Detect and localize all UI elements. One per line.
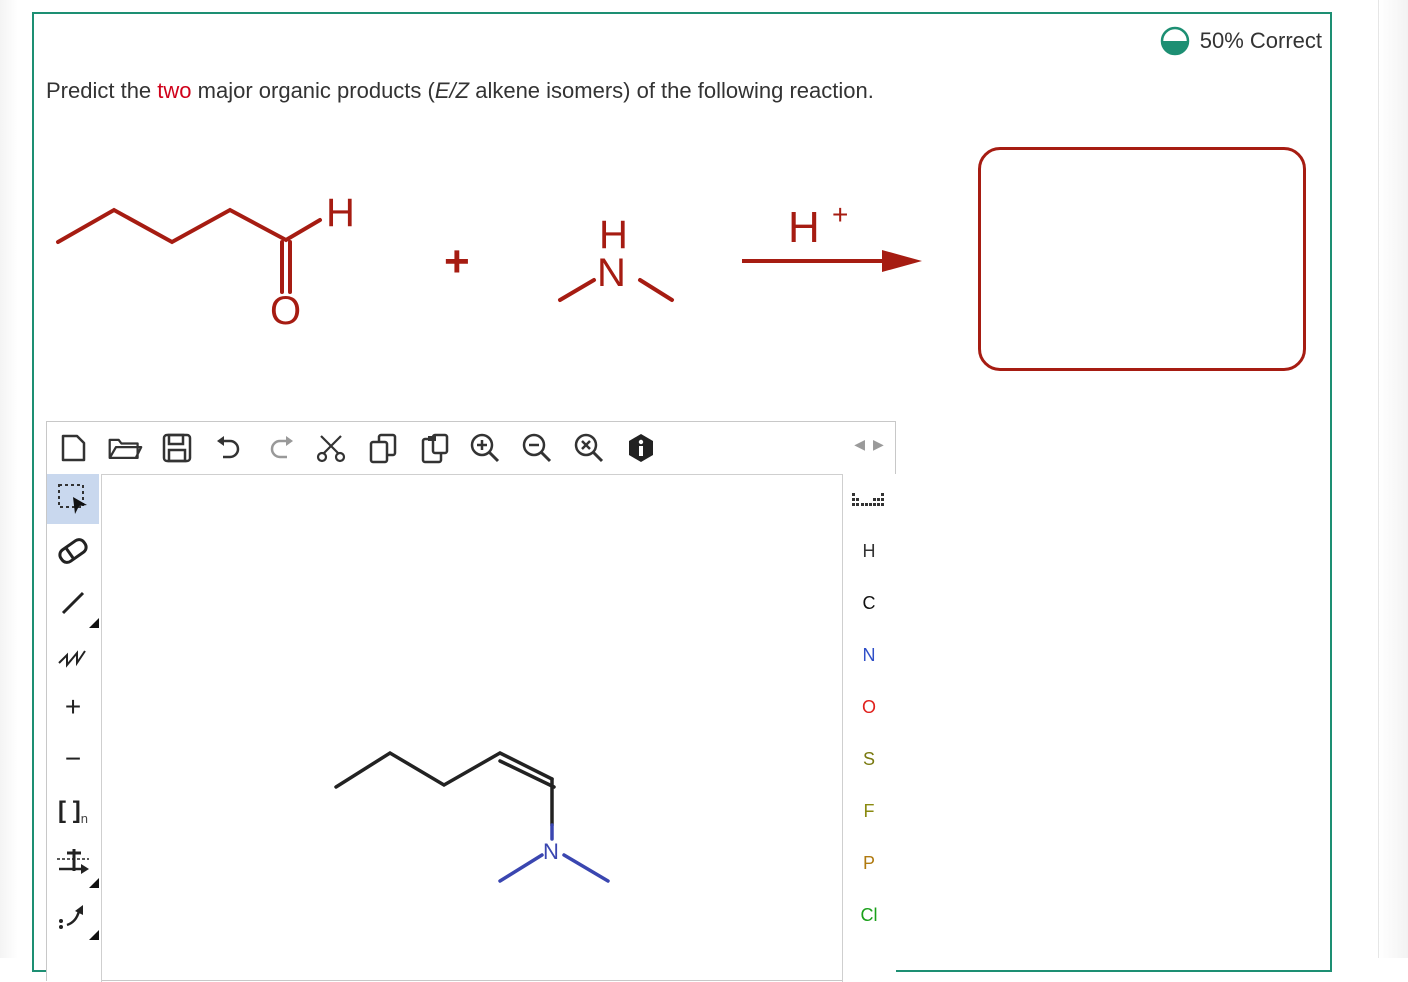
element-h-button[interactable]: H: [843, 526, 895, 576]
element-cl-label: Cl: [860, 904, 878, 925]
element-cl-button[interactable]: Cl: [843, 890, 895, 940]
negative-charge-button[interactable]: −: [47, 734, 99, 784]
bracket-tool-label: [ ]: [58, 797, 81, 824]
element-o-label: O: [861, 696, 876, 717]
open-button[interactable]: [107, 430, 143, 466]
element-n-button[interactable]: N: [843, 630, 895, 680]
bracket-tool-button[interactable]: [ ] n: [47, 786, 99, 836]
zoom-reset-button[interactable]: [571, 430, 607, 466]
element-s-label: S: [862, 748, 875, 769]
positive-charge-button[interactable]: +: [47, 682, 99, 732]
atom-hydrogen-aldehyde: H: [326, 191, 355, 235]
element-f-button[interactable]: F: [843, 786, 895, 836]
cut-button[interactable]: [313, 430, 349, 466]
editor-right-toolbar: H C N O S F P Cl: [842, 474, 896, 982]
element-c-label: C: [862, 592, 876, 613]
submenu-indicator: [89, 878, 99, 888]
save-button[interactable]: [159, 430, 195, 466]
eraser-button[interactable]: [47, 526, 99, 576]
chain-tool-button[interactable]: [47, 630, 99, 680]
electron-flow-button[interactable]: [47, 890, 99, 940]
element-p-label: P: [862, 852, 875, 873]
reactant-aldehyde: [56, 207, 322, 294]
chevron-right-icon[interactable]: ▶: [873, 436, 884, 460]
structure-editor: ◀ ▶ + − [ ] n N H C N O S F P Cl: [46, 421, 896, 982]
new-document-button[interactable]: [55, 430, 91, 466]
chain-tool-icon: [58, 650, 86, 668]
editor-top-toolbar: ◀ ▶: [47, 422, 895, 475]
cut-icon: [316, 435, 346, 463]
drawing-canvas[interactable]: N: [102, 475, 842, 982]
electron-flow-icon: [59, 905, 83, 929]
zoom-out-icon: [522, 433, 552, 463]
answer-drop-zone[interactable]: [978, 147, 1306, 371]
paste-icon: [421, 433, 449, 464]
undo-button[interactable]: [211, 430, 247, 466]
toolbar-scroll-arrows[interactable]: ◀ ▶: [849, 436, 889, 460]
chevron-left-icon[interactable]: ◀: [854, 436, 865, 460]
zoom-in-icon: [470, 433, 500, 463]
info-icon: [629, 434, 653, 462]
select-tool-button[interactable]: [47, 474, 99, 524]
reaction-arrow-icon: [57, 849, 89, 874]
element-n-label: N: [862, 644, 876, 665]
eraser-icon: [58, 538, 88, 564]
element-h-label: H: [862, 540, 876, 561]
copy-icon: [369, 433, 397, 464]
question-panel: 50% Correct Predict the two major organi…: [32, 12, 1332, 982]
reagent-charge: +: [832, 199, 848, 230]
zoom-out-button[interactable]: [519, 430, 555, 466]
drawn-molecule: [334, 750, 556, 827]
submenu-indicator: [89, 930, 99, 940]
element-f-label: F: [863, 800, 875, 821]
element-c-button[interactable]: C: [843, 578, 895, 628]
page-margin-right: [1378, 0, 1408, 958]
periodic-table-button[interactable]: [843, 474, 895, 524]
page-margin-left: [0, 0, 18, 958]
element-s-button[interactable]: S: [843, 734, 895, 784]
single-bond-icon: [61, 591, 85, 615]
plus-sign: +: [444, 237, 470, 286]
zoom-reset-icon: [574, 433, 604, 463]
redo-button[interactable]: [263, 430, 299, 466]
submenu-indicator: [89, 618, 99, 628]
undo-icon: [217, 436, 240, 459]
reagent-label: H: [788, 203, 820, 252]
zoom-in-button[interactable]: [467, 430, 503, 466]
element-p-button[interactable]: P: [843, 838, 895, 888]
select-tool-icon: [58, 484, 87, 514]
bracket-subscript: n: [80, 810, 88, 826]
editor-left-toolbar: + − [ ] n: [47, 474, 102, 982]
atom-oxygen: O: [270, 289, 301, 333]
bond-tool-button[interactable]: [47, 578, 99, 628]
paste-button[interactable]: [417, 430, 453, 466]
info-button[interactable]: [623, 430, 659, 466]
reaction-arrow: [742, 250, 922, 272]
element-o-button[interactable]: O: [843, 682, 895, 732]
periodic-table-icon: [852, 493, 884, 506]
redo-icon: [270, 436, 293, 459]
save-icon: [162, 433, 192, 463]
atom-nitrogen: N: [597, 251, 626, 295]
new-document-icon: [61, 434, 86, 462]
drawn-atom-nitrogen: N: [543, 839, 559, 864]
copy-button[interactable]: [365, 430, 401, 466]
open-folder-icon: [108, 438, 143, 460]
reaction-arrow-button[interactable]: [47, 838, 99, 888]
